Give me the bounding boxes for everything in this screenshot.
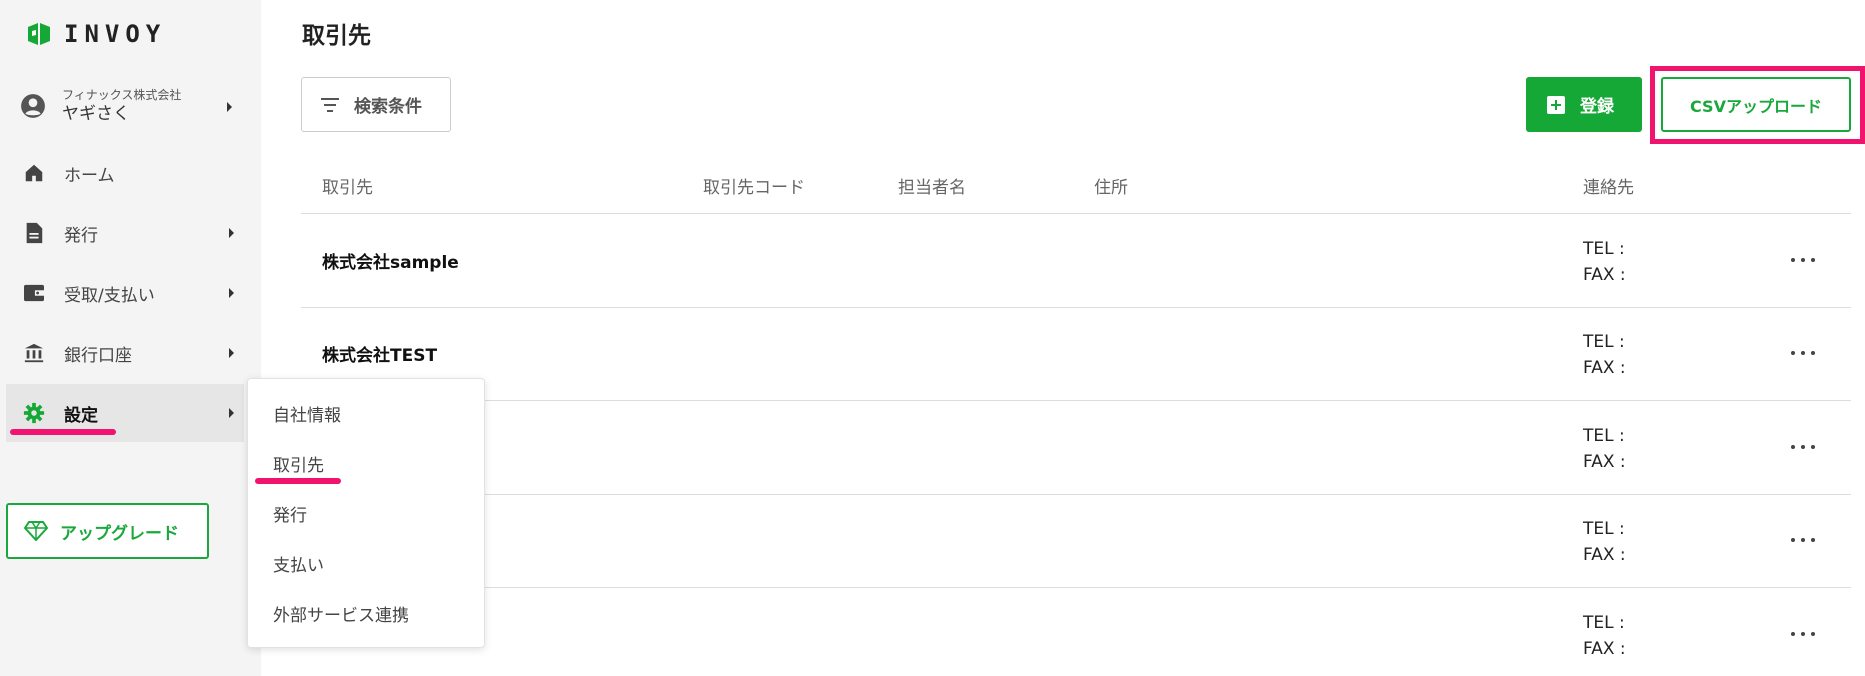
filter-label: 検索条件 xyxy=(354,97,422,117)
tel-label: TEL : xyxy=(1583,519,1625,539)
fax-label: FAX : xyxy=(1583,265,1626,285)
sidebar-item-label: ホーム xyxy=(64,165,115,186)
csv-upload-label: CSVアップロード xyxy=(1690,96,1822,116)
sidebar-item-label: 銀行口座 xyxy=(64,345,132,366)
filter-button[interactable]: 検索条件 xyxy=(301,77,451,132)
logo-text: INVOY xyxy=(64,20,167,48)
column-header-client: 取引先 xyxy=(322,178,373,198)
caret-right-icon xyxy=(227,102,232,112)
contact-info: TEL : FAX : xyxy=(1583,236,1626,288)
column-header-contact: 連絡先 xyxy=(1583,178,1634,198)
client-name[interactable]: 株式会社TEST xyxy=(322,341,437,366)
client-name[interactable]: 株式会社sample xyxy=(322,248,459,273)
upgrade-label: アップグレード xyxy=(60,523,179,544)
menu-item-payment[interactable]: 支払い xyxy=(273,551,324,576)
account-circle-icon xyxy=(21,94,45,118)
home-icon xyxy=(22,161,46,185)
csv-upload-button[interactable]: CSVアップロード xyxy=(1661,77,1851,132)
add-box-icon xyxy=(1547,95,1565,114)
tel-label: TEL : xyxy=(1583,332,1625,352)
menu-item-issue[interactable]: 発行 xyxy=(273,501,307,526)
fax-label: FAX : xyxy=(1583,358,1626,378)
settings-submenu: 自社情報 取引先 発行 支払い 外部サービス連携 xyxy=(247,378,485,648)
table-row[interactable]: TEL : FAX : xyxy=(301,588,1851,676)
register-label: 登録 xyxy=(1580,97,1614,117)
caret-right-icon xyxy=(229,228,234,238)
sidebar-item-home[interactable]: ホーム xyxy=(6,144,244,202)
bank-icon xyxy=(22,341,46,365)
sidebar-item-label: 設定 xyxy=(64,405,98,426)
contact-info: TEL : FAX : xyxy=(1583,610,1626,662)
caret-right-icon xyxy=(229,408,234,418)
column-header-address: 住所 xyxy=(1094,178,1128,198)
gear-icon xyxy=(22,401,46,425)
sidebar-item-receive-pay[interactable]: 受取/支払い xyxy=(6,264,244,322)
upgrade-button[interactable]: アップグレード xyxy=(6,503,209,559)
sidebar-item-bank-account[interactable]: 銀行口座 xyxy=(6,324,244,382)
fax-label: FAX : xyxy=(1583,545,1626,565)
more-options-icon[interactable] xyxy=(1791,437,1815,457)
user-name: ヤギさく xyxy=(62,104,130,124)
tel-label: TEL : xyxy=(1583,239,1625,259)
caret-right-icon xyxy=(229,288,234,298)
table-row[interactable]: 株式会社TEST TEL : FAX : xyxy=(301,307,1851,401)
contact-info: TEL : FAX : xyxy=(1583,329,1626,381)
diamond-icon xyxy=(24,521,48,541)
menu-item-clients[interactable]: 取引先 xyxy=(273,451,324,476)
app-logo[interactable]: INVOY xyxy=(24,18,166,50)
table-row[interactable]: 株式会社sample TEL : FAX : xyxy=(301,214,1851,308)
highlight-underline xyxy=(10,429,116,435)
user-company: フィナックス株式会社 xyxy=(62,88,182,102)
menu-item-external-services[interactable]: 外部サービス連携 xyxy=(273,601,409,626)
sidebar-item-label: 発行 xyxy=(64,225,98,246)
filter-icon xyxy=(321,97,339,112)
tel-label: TEL : xyxy=(1583,426,1625,446)
page-title: 取引先 xyxy=(302,23,371,49)
invoy-logo-icon xyxy=(28,23,50,45)
table-row[interactable]: TEL : FAX : xyxy=(301,494,1851,588)
contact-info: TEL : FAX : xyxy=(1583,516,1626,568)
register-button[interactable]: 登録 xyxy=(1526,77,1642,132)
user-menu[interactable]: フィナックス株式会社 ヤギさく xyxy=(20,82,240,130)
caret-right-icon xyxy=(229,348,234,358)
contact-info: TEL : FAX : xyxy=(1583,423,1626,475)
fax-label: FAX : xyxy=(1583,452,1626,472)
sidebar: INVOY フィナックス株式会社 ヤギさく ホーム 発行 受取/支払い 銀行口座… xyxy=(0,0,261,676)
more-options-icon[interactable] xyxy=(1791,343,1815,363)
column-header-client-code: 取引先コード xyxy=(703,178,805,198)
table-row[interactable]: TEL : FAX : xyxy=(301,401,1851,495)
column-header-contact-person: 担当者名 xyxy=(898,178,966,198)
wallet-icon xyxy=(22,281,46,305)
more-options-icon[interactable] xyxy=(1791,530,1815,550)
highlight-underline xyxy=(255,478,341,484)
tel-label: TEL : xyxy=(1583,613,1625,633)
sidebar-item-label: 受取/支払い xyxy=(64,285,155,306)
more-options-icon[interactable] xyxy=(1791,250,1815,270)
fax-label: FAX : xyxy=(1583,639,1626,659)
more-options-icon[interactable] xyxy=(1791,624,1815,644)
menu-item-company-info[interactable]: 自社情報 xyxy=(273,401,341,426)
sidebar-item-issue[interactable]: 発行 xyxy=(6,204,244,262)
document-icon xyxy=(22,221,46,245)
